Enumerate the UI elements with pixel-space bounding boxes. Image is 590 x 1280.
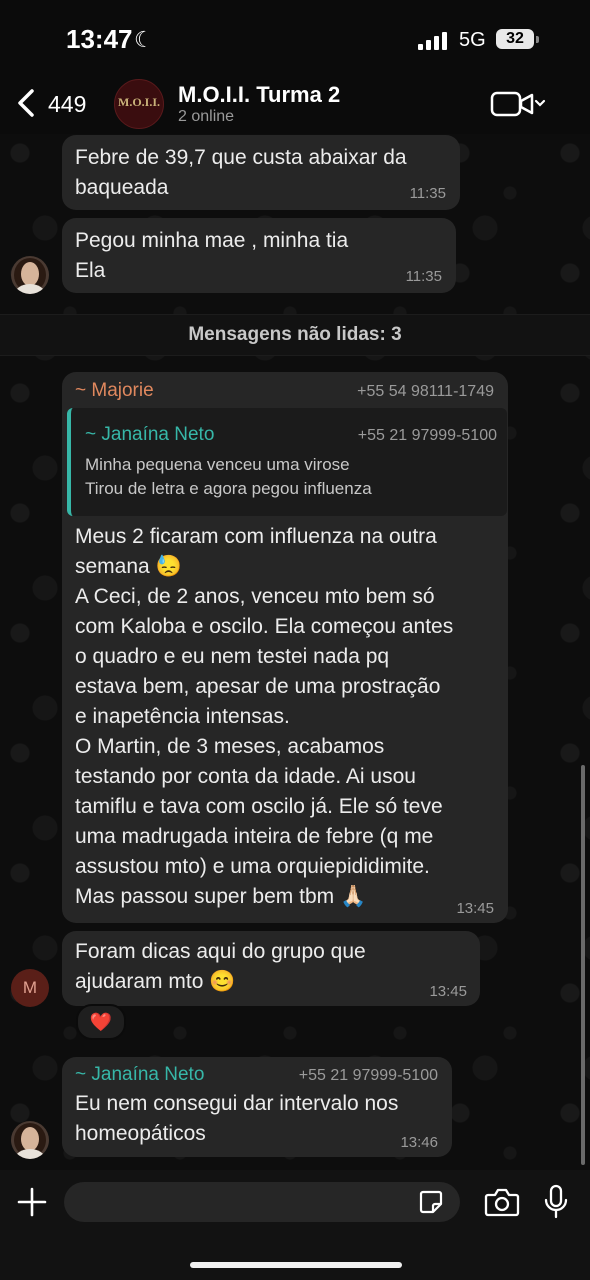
message-text: Pegou minha mae , minha tia Ela [75, 229, 349, 282]
camera-icon [484, 1188, 520, 1217]
group-name[interactable]: M.O.I.I. Turma 2 [178, 82, 340, 108]
message-time: 13:46 [400, 1134, 438, 1151]
sender-avatar[interactable] [11, 1121, 49, 1159]
quoted-message[interactable]: ~ Janaína Neto +55 21 97999-5100 Minha p… [67, 408, 507, 516]
heart-reaction[interactable]: ❤️ [76, 1004, 126, 1040]
home-indicator[interactable] [190, 1262, 402, 1268]
chat-header: 449 M.O.I.I. M.O.I.I. Turma 2 2 online [0, 72, 590, 134]
group-online-status: 2 online [178, 108, 235, 125]
message-bubble[interactable]: Foram dicas aqui do grupo que ajudaram m… [62, 931, 480, 1006]
message-time: 11:35 [405, 268, 442, 285]
message-input-bar [0, 1170, 590, 1280]
sender-phone: +55 21 97999-5100 [298, 1067, 438, 1084]
battery-icon: 32 [496, 29, 539, 49]
sticker-icon [419, 1190, 443, 1214]
sender-avatar[interactable]: M [11, 969, 49, 1007]
signal-icon [418, 32, 448, 50]
unread-chats-count[interactable]: 449 [48, 91, 86, 118]
unread-label: Mensagens não lidas: 3 [188, 324, 402, 345]
status-bar: 13:47 ☾ 5G 32 [0, 0, 590, 80]
attach-button[interactable] [14, 1184, 50, 1220]
message-text: Foram dicas aqui do grupo que ajudaram m… [75, 940, 366, 993]
sender-name[interactable]: ~ Janaína Neto [75, 1064, 204, 1086]
message-bubble[interactable]: Pegou minha mae , minha tia Ela 11:35 [62, 218, 456, 293]
plus-icon [17, 1187, 47, 1217]
message-text: Febre de 39,7 que custa abaixar da baque… [75, 146, 407, 199]
video-call-button[interactable] [490, 90, 548, 118]
quoted-text: Minha pequena venceu uma virose Tirou de… [85, 455, 372, 498]
message-text: Eu nem consegui dar intervalo nos homeop… [75, 1092, 399, 1145]
sender-name[interactable]: ~ Majorie [75, 380, 154, 402]
sticker-button[interactable] [418, 1189, 444, 1215]
mic-button[interactable] [542, 1184, 570, 1220]
group-avatar-logo: M.O.I.I. [118, 95, 160, 109]
back-chevron-icon [18, 89, 34, 117]
camera-button[interactable] [484, 1186, 520, 1218]
video-call-icon [490, 91, 546, 117]
message-input[interactable] [64, 1182, 460, 1222]
message-bubble[interactable]: ~ Janaína Neto +55 21 97999-5100 Eu nem … [62, 1057, 452, 1157]
mic-icon [544, 1184, 568, 1219]
network-type: 5G [459, 29, 486, 51]
message-time: 11:35 [409, 185, 446, 202]
quoted-sender-phone: +55 21 97999-5100 [357, 427, 497, 444]
message-bubble[interactable]: Febre de 39,7 que custa abaixar da baque… [62, 135, 460, 210]
unread-divider: Mensagens não lidas: 3 [0, 314, 590, 356]
message-text: Meus 2 ficaram com influenza na outra se… [75, 525, 454, 908]
scrollbar[interactable] [581, 765, 585, 1165]
message-time: 13:45 [456, 900, 494, 917]
message-time: 13:45 [429, 983, 467, 1000]
status-time: 13:47 [66, 24, 133, 54]
quoted-sender-name: ~ Janaína Neto [85, 424, 215, 445]
message-bubble[interactable]: ~ Majorie +55 54 98111-1749 ~ Janaína Ne… [62, 372, 508, 923]
sender-avatar[interactable] [11, 256, 49, 294]
group-avatar[interactable]: M.O.I.I. [114, 79, 164, 129]
moon-icon: ☾ [134, 27, 154, 52]
sender-phone: +55 54 98111-1749 [357, 383, 494, 400]
